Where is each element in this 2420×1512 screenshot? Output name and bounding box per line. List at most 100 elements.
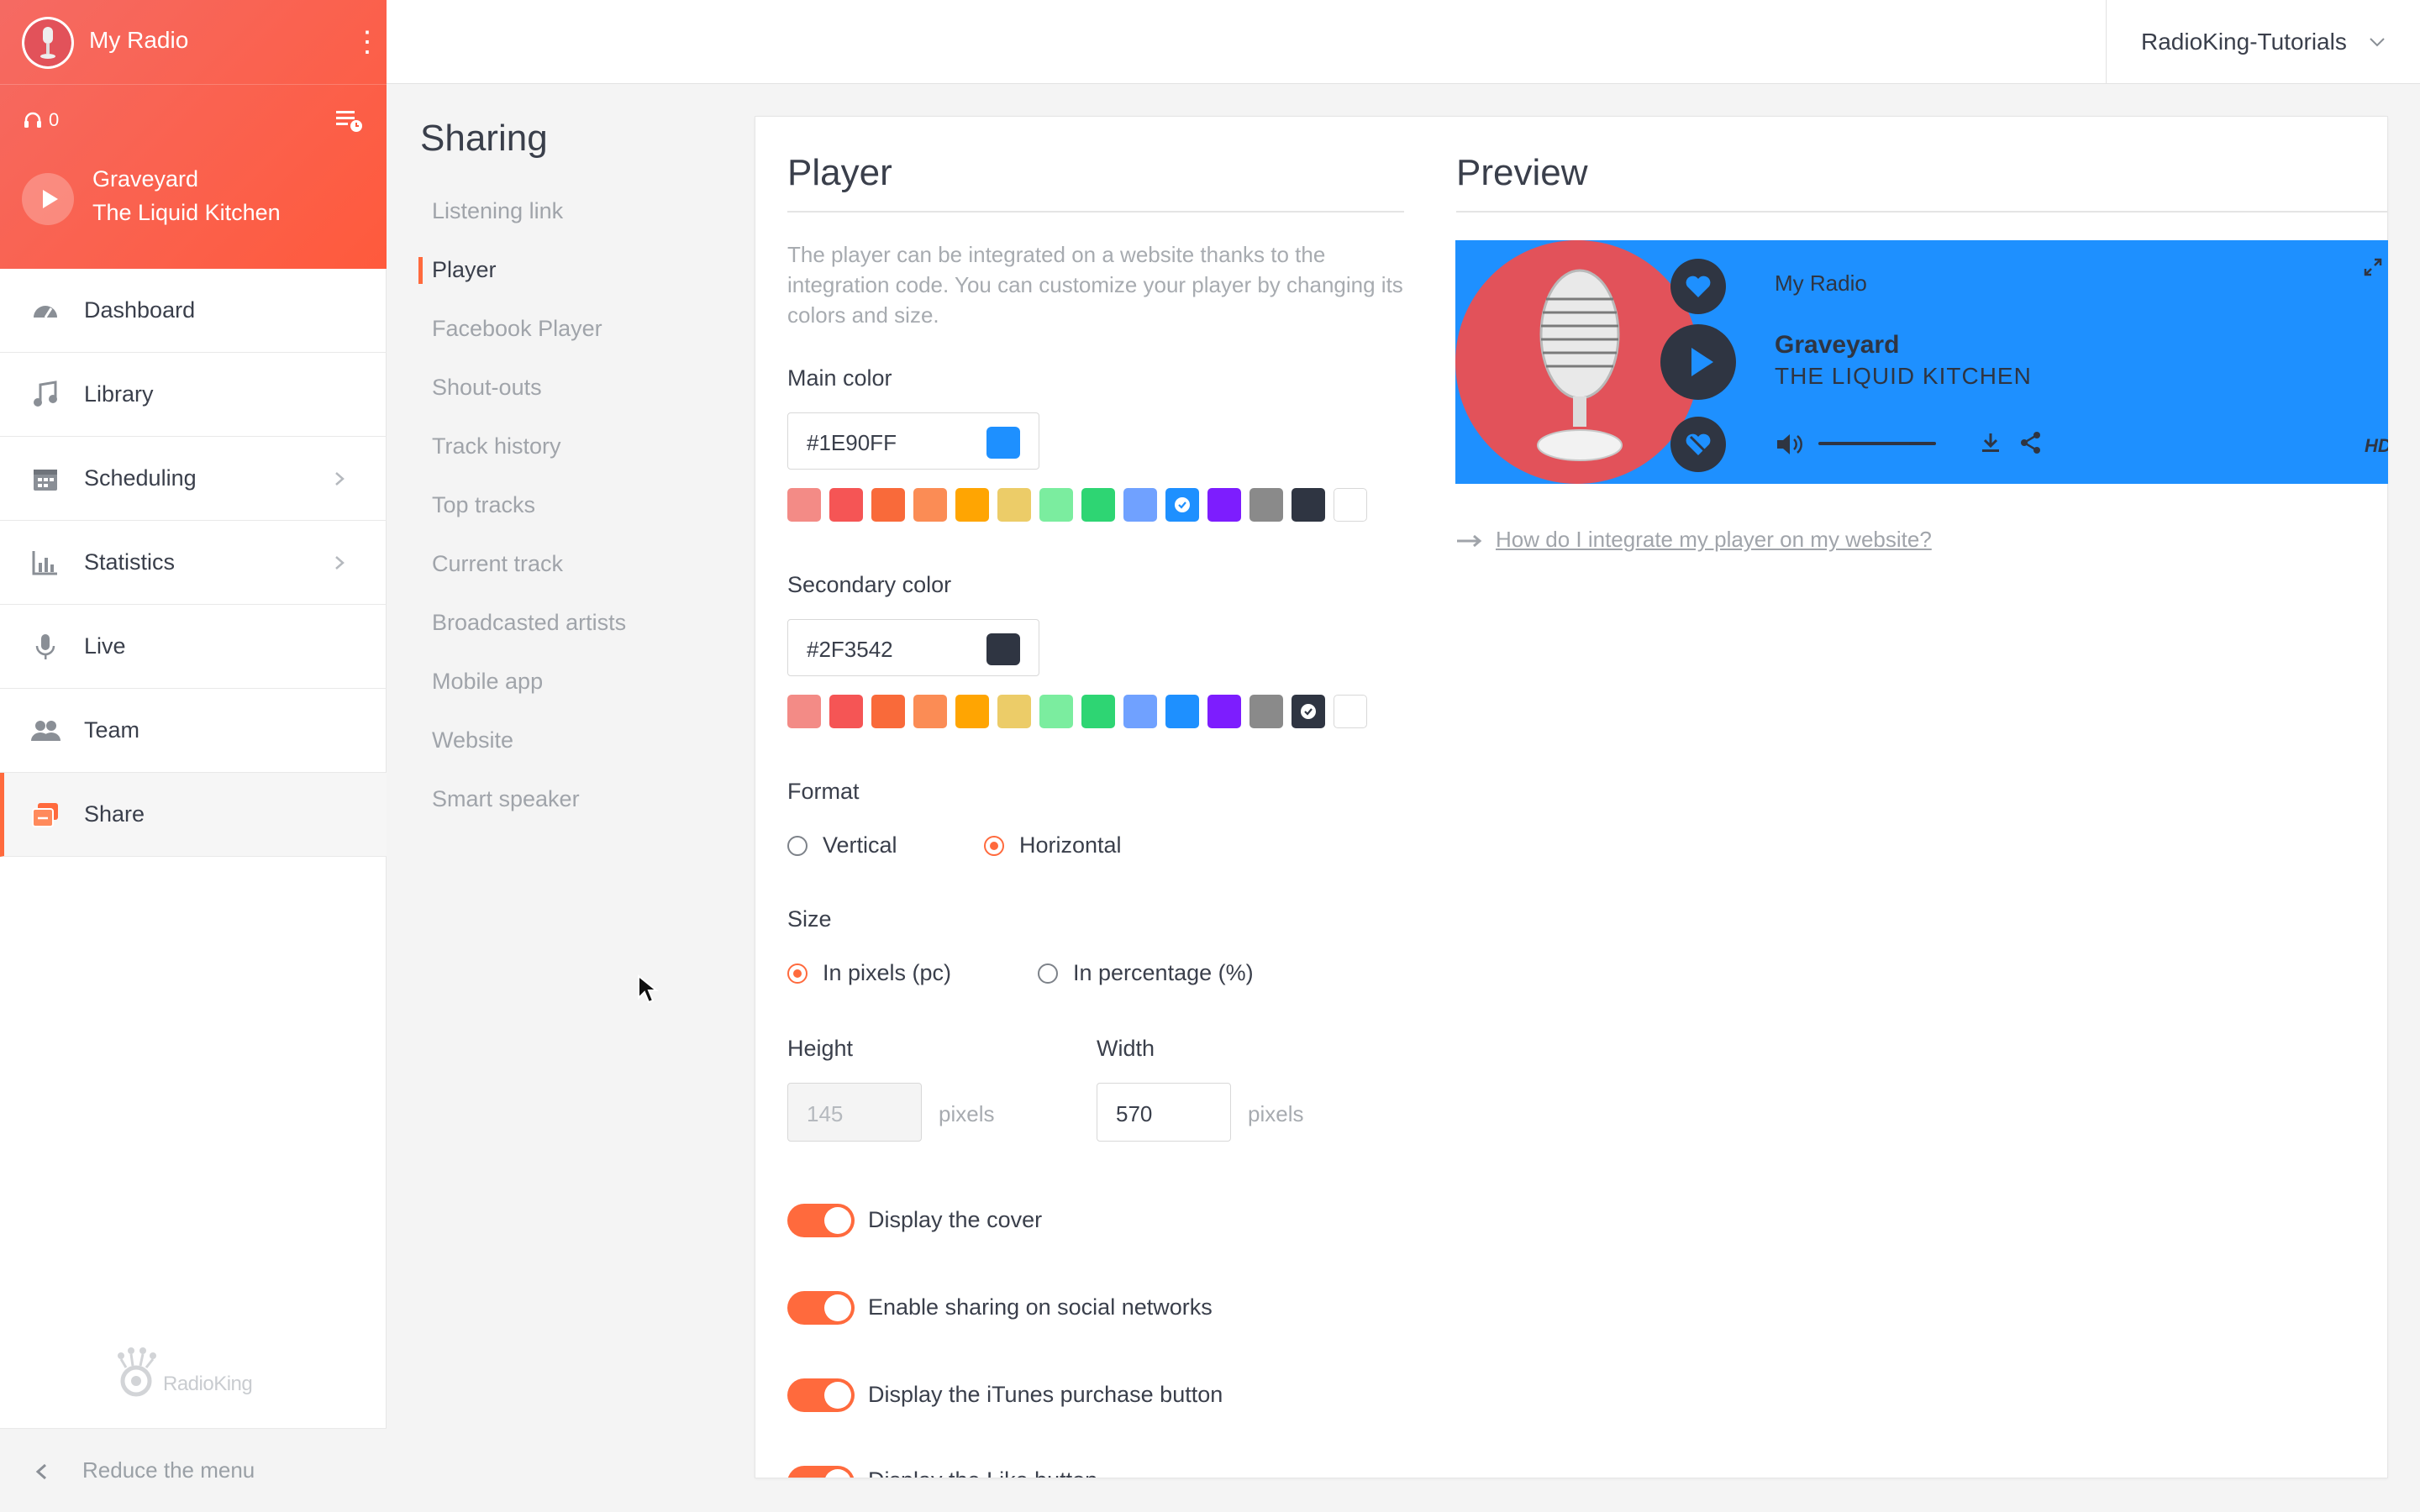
download-icon[interactable] — [1978, 430, 2003, 455]
color-swatch[interactable] — [913, 695, 947, 728]
itunes-button-toggle[interactable] — [787, 1378, 855, 1412]
sidebar-item-team[interactable]: Team — [0, 689, 387, 773]
like-button[interactable] — [1670, 259, 1726, 314]
submenu-player[interactable]: Player — [432, 257, 497, 283]
height-unit: pixels — [939, 1101, 995, 1126]
submenu-shout-outs[interactable]: Shout-outs — [432, 375, 542, 401]
radio-dot[interactable] — [787, 835, 808, 856]
player-section-title: Player — [787, 152, 892, 193]
playlist-schedule-icon[interactable] — [334, 108, 363, 133]
station-logo[interactable] — [22, 17, 74, 69]
volume-icon[interactable] — [1775, 432, 1803, 457]
more-options-icon[interactable]: ⋮ — [353, 25, 381, 59]
color-swatch[interactable] — [1081, 488, 1115, 522]
display-cover-label: Display the cover — [868, 1207, 1043, 1232]
dislike-button[interactable] — [1670, 417, 1726, 472]
reduce-menu-label: Reduce the menu — [82, 1457, 255, 1483]
color-swatch[interactable] — [787, 488, 821, 522]
color-swatch[interactable] — [1123, 488, 1157, 522]
like-button-toggle[interactable] — [787, 1466, 855, 1478]
color-swatch[interactable] — [955, 695, 989, 728]
submenu-website[interactable]: Website — [432, 727, 513, 753]
color-swatch[interactable] — [1292, 488, 1325, 522]
color-swatch[interactable] — [913, 488, 947, 522]
submenu-facebook-player[interactable]: Facebook Player — [432, 316, 602, 342]
color-swatch[interactable] — [787, 695, 821, 728]
sidebar-item-statistics[interactable]: Statistics — [0, 521, 387, 605]
station-name[interactable]: My Radio — [89, 27, 188, 54]
player-play-button[interactable] — [1660, 324, 1736, 400]
color-swatch[interactable] — [1334, 695, 1367, 728]
color-swatch[interactable] — [1207, 488, 1241, 522]
radio-dot[interactable] — [984, 835, 1004, 856]
social-sharing-label: Enable sharing on social networks — [868, 1294, 1213, 1320]
sidebar-item-scheduling[interactable]: Scheduling — [0, 437, 387, 521]
sidebar-item-live[interactable]: Live — [0, 605, 387, 689]
share-icon — [32, 803, 58, 827]
color-swatch[interactable] — [871, 695, 905, 728]
color-swatch[interactable] — [997, 695, 1031, 728]
submenu-track-history[interactable]: Track history — [432, 433, 561, 459]
player-station-name: My Radio — [1775, 270, 1867, 296]
size-pixels-radio[interactable]: In pixels (pc) — [787, 960, 951, 986]
color-swatch[interactable] — [955, 488, 989, 522]
sharing-title: Sharing — [420, 118, 548, 159]
check-icon — [1175, 497, 1190, 512]
radio-dot[interactable] — [1038, 963, 1058, 984]
radio-dot[interactable] — [787, 963, 808, 984]
color-swatch[interactable] — [1292, 695, 1325, 728]
sidebar-item-library[interactable]: Library — [0, 353, 387, 437]
sidebar-item-dashboard[interactable]: Dashboard — [0, 269, 387, 353]
submenu-current-track[interactable]: Current track — [432, 551, 563, 577]
reduce-menu-button[interactable]: Reduce the menu — [0, 1428, 387, 1512]
main-color-swatch[interactable] — [986, 427, 1020, 459]
sidebar-item-share[interactable]: Share — [0, 773, 387, 857]
play-icon — [1691, 348, 1713, 376]
submenu-listening-link[interactable]: Listening link — [432, 198, 563, 224]
color-swatch[interactable] — [1039, 488, 1073, 522]
player-preview: My Radio Graveyard THE LIQUID KITCHEN HD — [1455, 240, 2388, 484]
color-swatch[interactable] — [1249, 695, 1283, 728]
color-swatch[interactable] — [1207, 695, 1241, 728]
main-color-palette — [787, 488, 1367, 522]
height-input[interactable]: 145 — [787, 1083, 922, 1142]
color-swatch[interactable] — [1081, 695, 1115, 728]
integration-help-link[interactable]: How do I integrate my player on my websi… — [1496, 527, 1932, 553]
color-swatch[interactable] — [1039, 695, 1073, 728]
width-input[interactable]: 570 — [1097, 1083, 1231, 1142]
share-nodes-icon[interactable] — [2018, 430, 2044, 455]
social-sharing-toggle[interactable] — [787, 1291, 855, 1325]
volume-slider-remaining — [1909, 442, 1936, 445]
radio-label: Horizontal — [1019, 832, 1122, 858]
size-percentage-radio[interactable]: In percentage (%) — [1038, 960, 1254, 986]
color-swatch[interactable] — [1123, 695, 1157, 728]
player-section-rule — [787, 211, 1404, 213]
format-vertical-radio[interactable]: Vertical — [787, 832, 897, 858]
chevron-left-icon — [35, 1463, 46, 1480]
color-swatch[interactable] — [1249, 488, 1283, 522]
sidebar-play-button[interactable] — [22, 173, 74, 225]
display-cover-toggle[interactable] — [787, 1204, 855, 1237]
main-color-input[interactable]: #1E90FF — [787, 412, 1039, 470]
color-swatch[interactable] — [1165, 695, 1199, 728]
color-swatch[interactable] — [1334, 488, 1367, 522]
submenu-top-tracks[interactable]: Top tracks — [432, 492, 535, 518]
secondary-color-swatch[interactable] — [986, 633, 1020, 665]
color-swatch[interactable] — [829, 695, 863, 728]
account-menu[interactable]: RadioKing-Tutorials — [2141, 29, 2347, 55]
chevron-down-icon[interactable] — [2368, 35, 2386, 49]
secondary-color-input[interactable]: #2F3542 — [787, 619, 1039, 676]
expand-icon[interactable] — [2363, 257, 2383, 277]
format-horizontal-radio[interactable]: Horizontal — [984, 832, 1122, 858]
submenu-broadcasted-artists[interactable]: Broadcasted artists — [432, 610, 626, 636]
play-icon — [43, 190, 58, 208]
hd-badge[interactable]: HD — [2365, 435, 2388, 457]
sidebar-item-label: Team — [84, 717, 140, 743]
color-swatch[interactable] — [1165, 488, 1199, 522]
submenu-smart-speaker[interactable]: Smart speaker — [432, 786, 580, 812]
submenu-mobile-app[interactable]: Mobile app — [432, 669, 543, 695]
like-button-label: Display the Like button — [868, 1467, 1097, 1478]
color-swatch[interactable] — [829, 488, 863, 522]
color-swatch[interactable] — [997, 488, 1031, 522]
color-swatch[interactable] — [871, 488, 905, 522]
